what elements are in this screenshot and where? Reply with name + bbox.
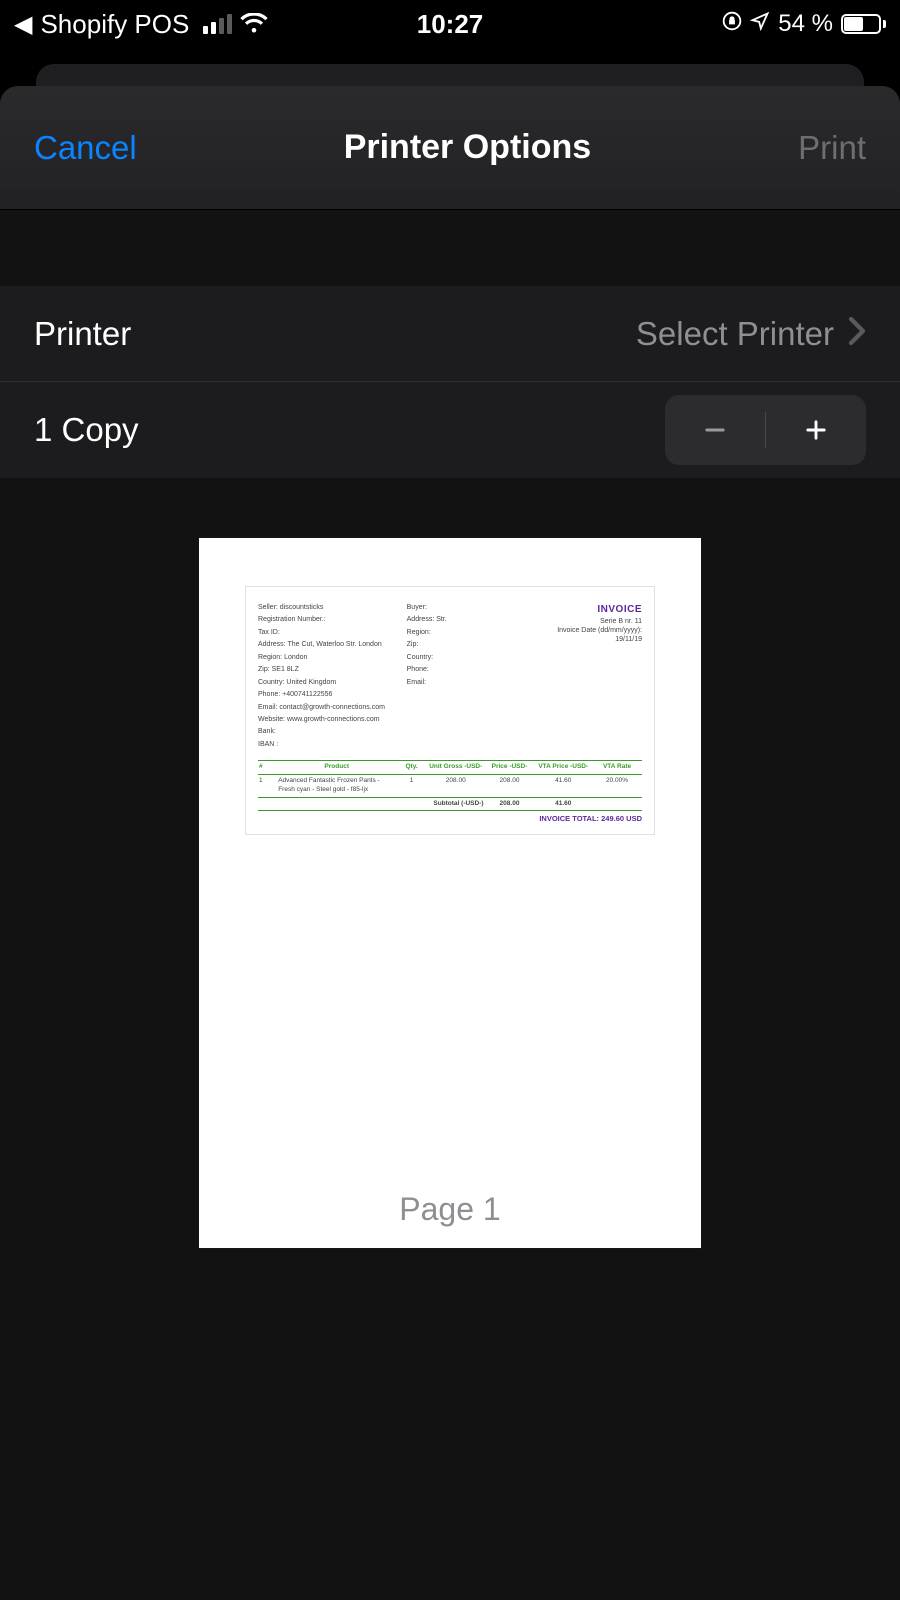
th-product: Product [277, 761, 396, 775]
minus-icon [701, 416, 729, 444]
subtotal-row: Subtotal (-USD-) 208.00 41.60 [258, 797, 642, 811]
table-row: 1 Advanced Fantastic Frozen Pants - Fres… [258, 775, 642, 798]
cancel-button[interactable]: Cancel [34, 129, 137, 167]
status-bar-left[interactable]: ◀ Shopify POS [14, 9, 417, 40]
seller-email: Email: contact@growth-connections.com [258, 703, 407, 712]
seller-zip: Zip: SE1 8LZ [258, 665, 407, 674]
battery-icon [841, 14, 886, 34]
seller-iban: IBAN : [258, 740, 407, 749]
td-product: Advanced Fantastic Frozen Pants - Fresh … [277, 775, 396, 798]
buyer-address: Address: Str. [407, 615, 518, 624]
copies-increment-button[interactable] [766, 395, 866, 465]
buyer-phone: Phone: [407, 665, 518, 674]
print-settings-list: Printer Select Printer 1 Copy [0, 286, 900, 478]
status-bar: ◀ Shopify POS 10:27 54 % [0, 0, 900, 48]
status-bar-time: 10:27 [417, 9, 484, 40]
th-vta-price: VTA Price -USD- [534, 761, 592, 775]
orientation-lock-icon [722, 10, 742, 38]
chevron-right-icon [848, 316, 866, 351]
invoice-seller-block: Seller: discountsticks Registration Numb… [258, 603, 407, 752]
section-spacer [0, 210, 900, 286]
sheet-title: Printer Options [344, 128, 591, 167]
th-unit-gross: Unit Gross -USD- [427, 761, 485, 775]
plus-icon [802, 416, 830, 444]
invoice-meta-block: INVOICE Serie B nr. 11 Invoice Date (dd/… [518, 603, 642, 752]
seller-name: Seller: discountsticks [258, 603, 407, 612]
copies-row: 1 Copy [0, 382, 900, 478]
invoice-line-items-table: # Product Qty. Unit Gross -USD- Price -U… [258, 760, 642, 811]
subtotal-label: Subtotal (-USD-) [258, 797, 485, 811]
th-price: Price -USD- [485, 761, 535, 775]
buyer-country: Country: [407, 653, 518, 662]
copies-row-label: 1 Copy [34, 411, 139, 449]
seller-website: Website: www.growth-connections.com [258, 715, 407, 724]
battery-percent-label: 54 % [778, 10, 833, 38]
back-caret-icon: ◀ [14, 10, 32, 39]
seller-region: Region: London [258, 653, 407, 662]
seller-bank: Bank: [258, 727, 407, 736]
td-vta-rate: 20.00% [592, 775, 642, 798]
buyer-zip: Zip: [407, 640, 518, 649]
invoice-total: INVOICE TOTAL: 249.60 USD [258, 814, 642, 824]
invoice-date-label: Invoice Date (dd/mm/yyyy): [518, 626, 642, 635]
printer-row-label: Printer [34, 315, 131, 353]
td-unit-gross: 208.00 [427, 775, 485, 798]
status-bar-right: 54 % [483, 10, 886, 38]
td-qty: 1 [396, 775, 427, 798]
cellular-signal-icon [203, 14, 232, 34]
invoice-serie: Serie B nr. 11 [518, 617, 642, 626]
print-preview-area[interactable]: Seller: discountsticks Registration Numb… [0, 478, 900, 1248]
seller-address: Address: The Cut, Waterloo Str. London [258, 640, 407, 649]
th-qty: Qty. [396, 761, 427, 775]
seller-reg: Registration Number.: [258, 615, 407, 624]
subtotal-price: 208.00 [485, 797, 535, 811]
print-button[interactable]: Print [798, 129, 866, 167]
th-num: # [258, 761, 277, 775]
wifi-icon [240, 13, 268, 35]
buyer-email: Email: [407, 678, 518, 687]
th-vta-rate: VTA Rate [592, 761, 642, 775]
seller-phone: Phone: +400741122556 [258, 690, 407, 699]
sheet-header: Cancel Printer Options Print [0, 86, 900, 210]
printer-row-value: Select Printer [636, 315, 834, 353]
invoice-document: Seller: discountsticks Registration Numb… [245, 586, 655, 835]
back-app-label: Shopify POS [40, 9, 189, 40]
copies-stepper [665, 395, 866, 465]
buyer-name: Buyer: [407, 603, 518, 612]
td-vta-price: 41.60 [534, 775, 592, 798]
td-num: 1 [258, 775, 277, 798]
page-number-caption: Page 1 [199, 1191, 701, 1228]
buyer-region: Region: [407, 628, 518, 637]
td-price: 208.00 [485, 775, 535, 798]
copies-decrement-button[interactable] [665, 395, 765, 465]
seller-country: Country: United Kingdom [258, 678, 407, 687]
printer-row[interactable]: Printer Select Printer [0, 286, 900, 382]
location-icon [750, 10, 770, 38]
invoice-buyer-block: Buyer: Address: Str. Region: Zip: Countr… [407, 603, 518, 752]
subtotal-vta: 41.60 [534, 797, 592, 811]
printer-options-sheet: Cancel Printer Options Print Printer Sel… [0, 86, 900, 1600]
preview-page-1[interactable]: Seller: discountsticks Registration Numb… [199, 538, 701, 1248]
invoice-date: 19/11/19 [518, 635, 642, 644]
seller-tax: Tax ID: [258, 628, 407, 637]
invoice-title: INVOICE [518, 603, 642, 617]
